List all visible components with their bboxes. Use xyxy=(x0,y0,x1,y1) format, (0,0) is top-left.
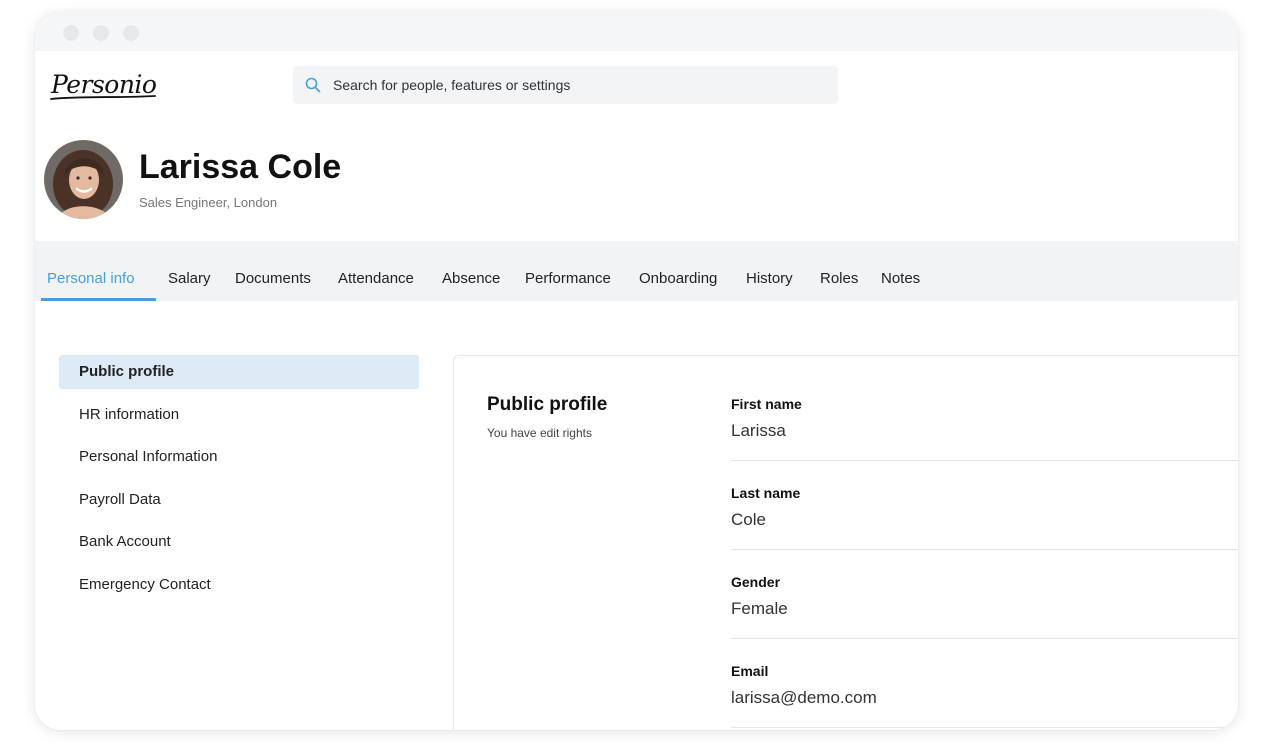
field-value[interactable]: larissa@demo.com xyxy=(731,688,877,708)
field-value[interactable]: Female xyxy=(731,599,788,619)
avatar-portrait xyxy=(44,140,123,219)
tab-personal-info[interactable]: Personal info xyxy=(47,270,135,287)
tab-salary[interactable]: Salary xyxy=(168,270,211,287)
search-icon xyxy=(304,76,322,94)
window-dot-close[interactable] xyxy=(63,25,79,41)
sidenav-item-label: HR information xyxy=(79,406,180,423)
tab-history[interactable]: History xyxy=(746,270,793,287)
sidenav-item-hr-information[interactable]: HR information xyxy=(59,398,419,432)
logo-text: Personio xyxy=(50,70,156,99)
field-last-name[interactable]: Last name Cole xyxy=(731,485,1238,574)
field-email[interactable]: Email larissa@demo.com xyxy=(731,663,1238,730)
avatar[interactable] xyxy=(44,140,123,219)
sidenav-item-public-profile[interactable]: Public profile xyxy=(59,355,419,389)
tab-absence[interactable]: Absence xyxy=(442,270,500,287)
field-divider xyxy=(731,460,1238,461)
sidenav-item-bank-account[interactable]: Bank Account xyxy=(59,525,419,559)
profile-tabs: Personal info Salary Documents Attendanc… xyxy=(35,241,1238,301)
tab-roles[interactable]: Roles xyxy=(820,270,858,287)
window-titlebar xyxy=(35,12,1238,51)
sidenav-item-emergency-contact[interactable]: Emergency Contact xyxy=(59,568,419,602)
personio-logo[interactable]: Personio xyxy=(49,68,159,104)
search-input[interactable]: Search for people, features or settings xyxy=(293,66,838,104)
sidenav-item-personal-information[interactable]: Personal Information xyxy=(59,440,419,474)
profile-name: Larissa Cole xyxy=(139,148,342,186)
window-dot-minimize[interactable] xyxy=(93,25,109,41)
sidenav-item-label: Personal Information xyxy=(79,448,218,465)
sidenav-item-label: Bank Account xyxy=(79,533,171,550)
search-placeholder: Search for people, features or settings xyxy=(333,77,571,93)
field-value[interactable]: Larissa xyxy=(731,421,786,441)
tab-documents[interactable]: Documents xyxy=(235,270,311,287)
profile-header: Larissa Cole Sales Engineer, London xyxy=(35,118,1238,241)
field-label: Gender xyxy=(731,574,781,590)
field-label: First name xyxy=(731,396,802,412)
field-label: Email xyxy=(731,663,769,679)
field-value[interactable]: Cole xyxy=(731,510,766,530)
top-bar: Personio Search for people, features or … xyxy=(35,51,1238,119)
tab-onboarding[interactable]: Onboarding xyxy=(639,270,717,287)
browser-window: Personio Search for people, features or … xyxy=(35,12,1238,730)
field-gender[interactable]: Gender Female xyxy=(731,574,1238,663)
section-title: Public profile xyxy=(487,394,608,415)
field-first-name[interactable]: First name Larissa xyxy=(731,396,1238,485)
profile-subtitle: Sales Engineer, London xyxy=(139,195,278,210)
sidenav-item-label: Emergency Contact xyxy=(79,576,211,593)
window-dot-maximize[interactable] xyxy=(123,25,139,41)
field-divider xyxy=(731,727,1238,728)
field-label: Last name xyxy=(731,485,801,501)
edit-rights-note: You have edit rights xyxy=(487,426,592,440)
sidenav-item-payroll-data[interactable]: Payroll Data xyxy=(59,483,419,517)
tab-performance[interactable]: Performance xyxy=(525,270,611,287)
tab-notes[interactable]: Notes xyxy=(881,270,920,287)
active-tab-indicator xyxy=(41,298,156,301)
personio-logo-wordmark: Personio xyxy=(50,70,157,100)
sidenav-item-label: Payroll Data xyxy=(79,491,161,508)
public-profile-card: Public profile You have edit rights Firs… xyxy=(453,355,1238,730)
sidenav-item-label: Public profile xyxy=(79,363,175,380)
tab-attendance[interactable]: Attendance xyxy=(338,270,414,287)
field-divider xyxy=(731,638,1238,639)
field-divider xyxy=(731,549,1238,550)
